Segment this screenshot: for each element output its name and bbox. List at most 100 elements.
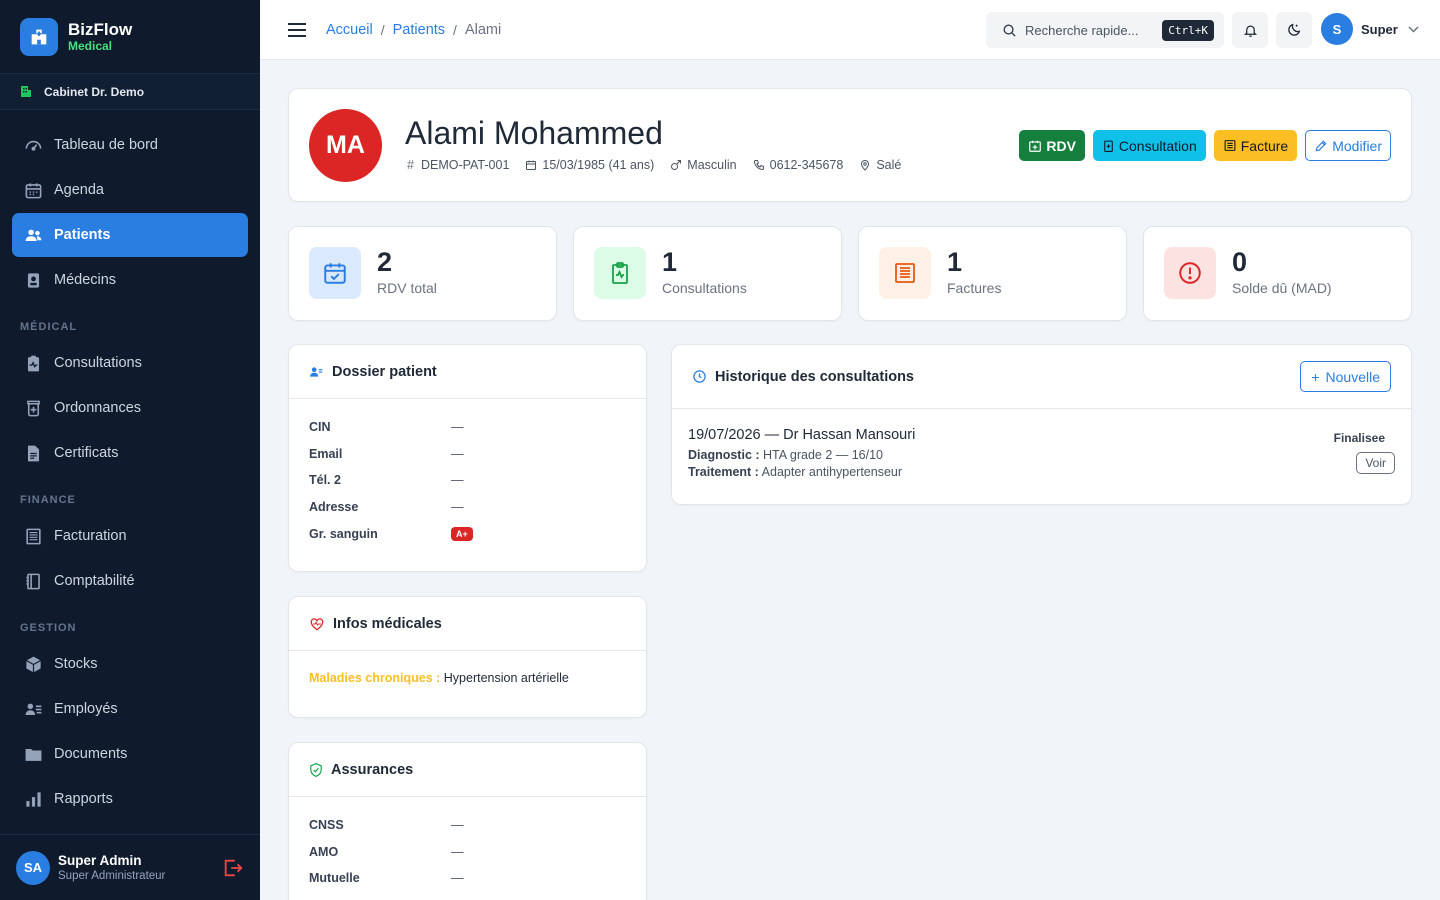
panel-title: Infos médicales [289, 597, 646, 651]
field-label: Gr. sanguin [309, 526, 378, 541]
field-value: — [451, 844, 464, 859]
patient-city: Salé [859, 158, 901, 172]
field-label: Mutuelle [309, 871, 360, 886]
page-title: Alami Mohammed [405, 115, 663, 151]
field-value: — [451, 818, 464, 833]
sidebar-item-ordonnances[interactable]: Ordonnances [12, 386, 248, 430]
panel-title: Dossier patient [289, 345, 646, 399]
new-consultation-button[interactable]: Consultation [1092, 130, 1206, 161]
consultation-title: 19/07/2026 — Dr Hassan Mansouri [688, 427, 916, 443]
map-pin-icon [861, 160, 870, 171]
panel-title: Assurances [289, 743, 646, 797]
field-value: — [451, 871, 464, 886]
new-facture-label: Facture [1240, 137, 1289, 154]
cabinet-name: Cabinet Dr. Demo [44, 84, 145, 99]
view-consultation-button[interactable]: Voir [1356, 452, 1395, 474]
stat-label: Consultations [662, 280, 747, 296]
search-icon [1003, 24, 1016, 37]
logout-icon[interactable] [222, 857, 244, 879]
patient-sex: Masculin [670, 158, 737, 172]
file-icon [27, 445, 40, 461]
breadcrumb-accueil[interactable]: Accueil [326, 22, 373, 38]
brand-name: BizFlow [68, 19, 133, 39]
search-placeholder: Recherche rapide... [1025, 22, 1139, 38]
bar-chart-icon [26, 791, 41, 807]
stat-rdv: 2 RDV total [288, 226, 557, 321]
user-menu[interactable]: S Super [1321, 13, 1419, 45]
search-input[interactable]: Recherche rapide... Ctrl+K [986, 12, 1224, 48]
avatar: SA [16, 850, 50, 885]
stat-solde: 0 Solde dû (MAD) [1143, 226, 1412, 321]
users-icon [25, 229, 42, 241]
search-shortcut: Ctrl+K [1162, 19, 1214, 41]
sidebar-item-label: Patients [54, 227, 111, 243]
sidebar-item-tableau-de-bord[interactable]: Tableau de bord [12, 123, 248, 167]
assurances-list: CNSS — AMO — Mutuelle — [289, 797, 646, 892]
patient-id: # DEMO-PAT-001 [407, 158, 509, 172]
shield-check-icon [310, 762, 322, 777]
brand[interactable]: BizFlow Medical [0, 0, 260, 74]
dossier-row-adresse: Adresse — [289, 494, 646, 521]
stat-label: RDV total [377, 280, 437, 296]
new-facture-button[interactable]: Facture [1213, 130, 1298, 161]
folder-icon [25, 748, 42, 761]
sidebar-user[interactable]: SA Super Admin Super Administrateur [0, 834, 260, 900]
sidebar-item-medecins[interactable]: Médecins [12, 258, 248, 302]
stat-value: 0 [1232, 247, 1248, 277]
breadcrumb-separator: / [453, 21, 457, 38]
brand-sub: Medical [68, 38, 113, 53]
sidebar-item-comptabilite[interactable]: Comptabilité [12, 559, 248, 603]
plus-icon: + [1311, 368, 1320, 385]
sidebar-item-patients[interactable]: Patients [12, 213, 248, 257]
chronic-value: Hypertension artérielle [443, 671, 569, 685]
field-label: Email [309, 446, 343, 461]
breadcrumb-patients[interactable]: Patients [393, 22, 445, 38]
menu-icon[interactable] [288, 22, 306, 38]
field-label: CIN [309, 420, 331, 435]
cabinet-selector[interactable]: Cabinet Dr. Demo [0, 74, 260, 110]
notifications-button[interactable] [1232, 12, 1268, 48]
sidebar-item-agenda[interactable]: Agenda [12, 168, 248, 212]
invoice-icon [26, 528, 41, 544]
stat-label: Solde dû (MAD) [1232, 280, 1332, 296]
nav-section-gestion: GESTION [20, 622, 77, 634]
dossier-title: Dossier patient [332, 363, 437, 380]
sidebar-item-label: Documents [54, 746, 128, 762]
sidebar-item-facturation[interactable]: Facturation [12, 514, 248, 558]
new-consultation-history-button[interactable]: + Nouvelle [1300, 361, 1391, 392]
invoice-icon [879, 247, 931, 299]
stat-factures: 1 Factures [858, 226, 1127, 321]
sidebar-item-rapports[interactable]: Rapports [12, 777, 248, 821]
sidebar-item-label: Comptabilité [54, 573, 135, 589]
sidebar-item-label: Rapports [54, 791, 113, 807]
breadcrumb-current: Alami [464, 21, 502, 38]
clipboard-pulse-icon [594, 247, 646, 299]
edit-patient-button[interactable]: Modifier [1305, 130, 1391, 161]
sidebar-item-stocks[interactable]: Stocks [12, 642, 248, 686]
sidebar-item-employes[interactable]: Employés [12, 687, 248, 731]
dossier-row-cin: CIN — [289, 414, 646, 441]
dossier-row-tel2: Tél. 2 — [289, 467, 646, 494]
patient-phone-value: 0612-345678 [769, 158, 844, 172]
calendar-icon [25, 182, 42, 198]
hash-icon: # [407, 158, 414, 172]
theme-toggle-button[interactable] [1276, 12, 1312, 48]
sidebar-item-label: Facturation [54, 528, 127, 544]
sidebar-item-consultations[interactable]: Consultations [12, 341, 248, 385]
sidebar-item-label: Médecins [54, 272, 117, 288]
diagnostic-label: Diagnostic : [688, 448, 760, 462]
avatar: S [1321, 13, 1353, 45]
patient-city-value: Salé [876, 158, 902, 172]
infos-title: Infos médicales [333, 615, 442, 632]
invoice-icon [1224, 140, 1236, 151]
sidebar-nav: Tableau de bord Agenda Patients Médecins… [0, 110, 260, 859]
status-badge: Finalisee [1333, 431, 1385, 445]
patient-sex-value: Masculin [687, 158, 737, 172]
assurance-row-amo: AMO — [289, 839, 646, 866]
edit-patient-label: Modifier [1332, 137, 1382, 154]
assurances-title: Assurances [331, 761, 414, 778]
stat-value: 1 [947, 247, 963, 277]
sidebar-item-documents[interactable]: Documents [12, 732, 248, 776]
sidebar-item-certificats[interactable]: Certificats [12, 431, 248, 475]
new-rdv-button[interactable]: RDV [1019, 130, 1085, 161]
